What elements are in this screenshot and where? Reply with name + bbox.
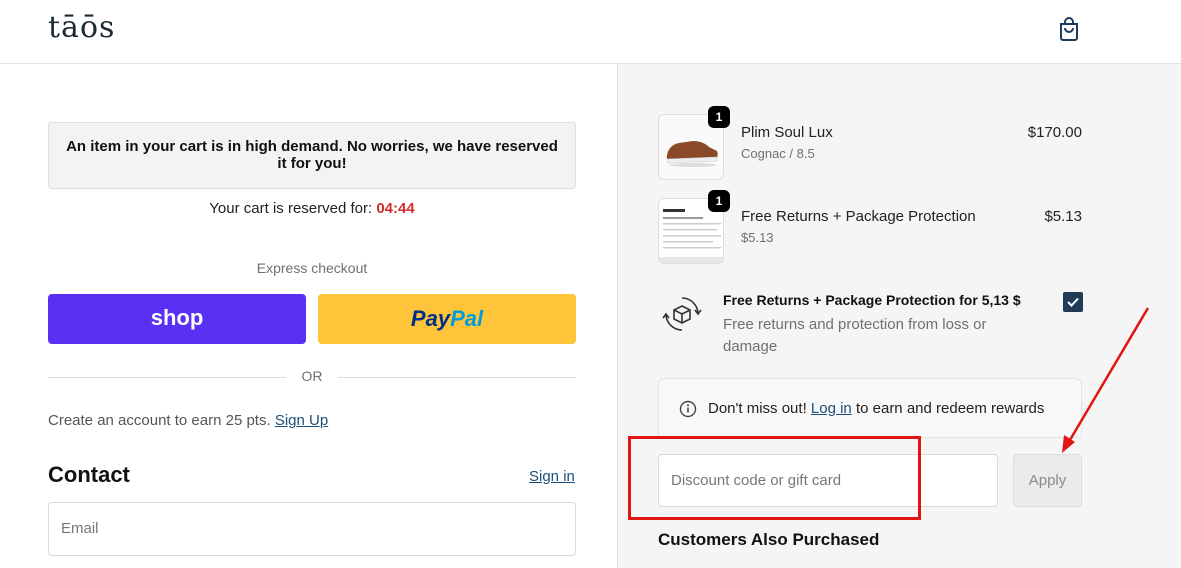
countdown-timer: 04:44 xyxy=(376,200,415,217)
order-summary: 1 Plim Soul Lux Cognac / 8.5 $170.00 1 F… xyxy=(617,64,1181,568)
account-prompt: Create an account to earn 25 pts. Sign U… xyxy=(48,412,328,429)
express-checkout-title: Express checkout xyxy=(256,260,368,276)
signup-link[interactable]: Sign Up xyxy=(275,412,328,429)
cart-item: 1 Free Returns + Package Protection $5.1… xyxy=(658,190,1082,264)
cart-item: 1 Plim Soul Lux Cognac / 8.5 $170.00 xyxy=(658,106,1082,180)
info-icon xyxy=(679,400,697,418)
header: tāōs xyxy=(0,0,1181,64)
or-label: OR xyxy=(301,368,323,384)
rewards-banner: Don't miss out! Log in to earn and redee… xyxy=(658,378,1082,438)
reservation-timer: Your cart is reserved for: 04:44 xyxy=(48,200,576,217)
customers-also-purchased-title: Customers Also Purchased xyxy=(658,530,880,549)
or-divider: OR xyxy=(48,368,576,386)
protection-checkbox[interactable] xyxy=(1063,292,1083,312)
account-text: Create an account to earn 25 pts. xyxy=(48,412,271,429)
paypal-label-pal: Pal xyxy=(450,306,484,331)
shop-pay-button[interactable]: shop xyxy=(48,294,306,344)
apply-discount-button[interactable]: Apply xyxy=(1013,454,1082,507)
login-link[interactable]: Log in xyxy=(811,400,852,417)
item-name: Free Returns + Package Protection xyxy=(741,208,976,225)
item-price: $5.13 xyxy=(1044,208,1082,225)
item-price: $170.00 xyxy=(1027,124,1082,141)
email-field[interactable]: Email xyxy=(48,502,576,556)
protection-offer: Free Returns + Package Protection for 5,… xyxy=(658,292,1083,362)
discount-code-input[interactable]: Discount code or gift card xyxy=(658,454,998,507)
high-demand-notice: An item in your cart is in high demand. … xyxy=(48,122,576,189)
paypal-button[interactable]: PayPal xyxy=(318,294,576,344)
package-protection-icon xyxy=(662,297,702,331)
protection-title: Free Returns + Package Protection for 5,… xyxy=(723,292,1021,308)
item-variant: $5.13 xyxy=(741,230,774,245)
item-variant: Cognac / 8.5 xyxy=(741,146,815,161)
reserve-label: Your cart is reserved for: xyxy=(209,200,373,217)
checkout-main: An item in your cart is in high demand. … xyxy=(0,64,617,568)
rewards-suffix: to earn and redeem rewards xyxy=(855,400,1045,417)
protection-description: Free returns and protection from loss or… xyxy=(723,316,987,355)
rewards-prefix: Don't miss out! xyxy=(708,400,807,417)
divider-line-right xyxy=(338,377,576,378)
quantity-badge: 1 xyxy=(708,106,730,128)
shopping-bag-icon[interactable] xyxy=(1057,16,1081,42)
brand-logo[interactable]: tāōs xyxy=(48,10,115,45)
contact-title: Contact xyxy=(48,462,130,487)
rewards-text: Don't miss out! Log in to earn and redee… xyxy=(708,400,1044,417)
signin-link[interactable]: Sign in xyxy=(529,468,575,485)
item-name: Plim Soul Lux xyxy=(741,124,833,141)
quantity-badge: 1 xyxy=(708,190,730,212)
paypal-label-pay: Pay xyxy=(410,306,451,331)
